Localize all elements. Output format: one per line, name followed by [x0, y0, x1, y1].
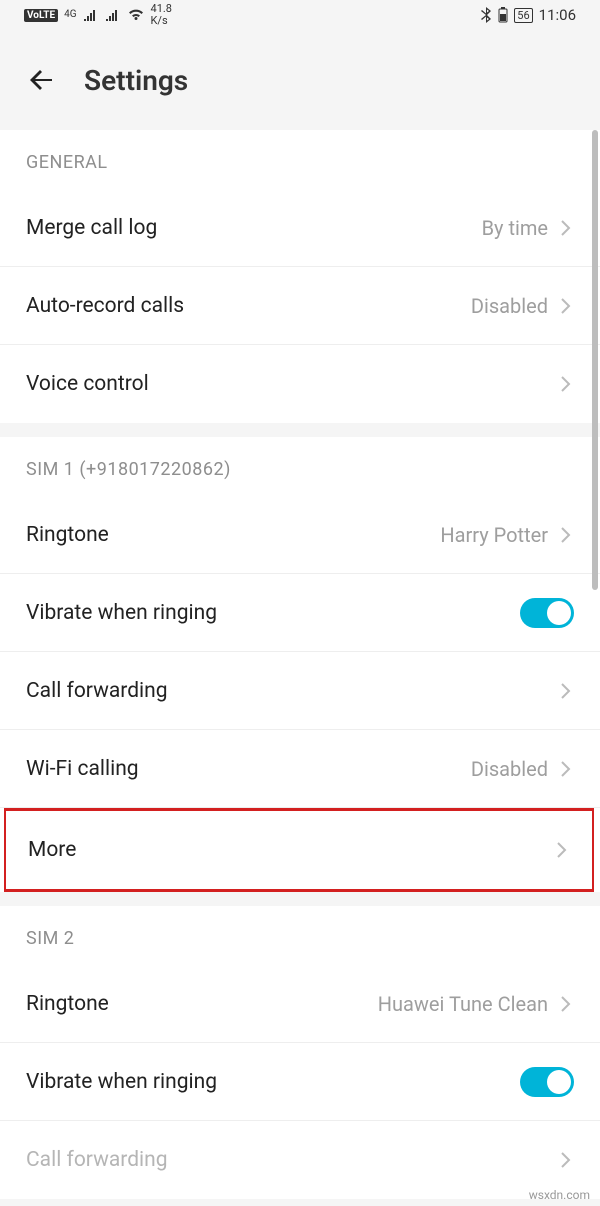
row-label: Voice control [26, 372, 149, 396]
status-left: VoLTE 4G 41.8 K/s [24, 3, 172, 27]
row-label: Vibrate when ringing [26, 1070, 217, 1094]
clock: 11:06 [539, 6, 576, 24]
row-value: Disabled [471, 294, 548, 318]
row-label: Call forwarding [26, 1148, 168, 1172]
signal-icon [83, 9, 99, 21]
row-label: Merge call log [26, 216, 157, 240]
chevron-right-icon [558, 220, 574, 236]
network-gen: 4G [64, 10, 76, 20]
row-label: Auto-record calls [26, 294, 184, 318]
wifi-icon [127, 8, 145, 22]
row-sim1-wifi-calling[interactable]: Wi-Fi calling Disabled [0, 730, 600, 808]
row-auto-record[interactable]: Auto-record calls Disabled [0, 267, 600, 345]
scrollbar[interactable] [590, 130, 598, 1190]
volte-icon: VoLTE [24, 9, 58, 22]
row-merge-call-log[interactable]: Merge call log By time [0, 189, 600, 267]
row-label: Call forwarding [26, 679, 168, 703]
chevron-right-icon [558, 298, 574, 314]
row-sim2-vibrate[interactable]: Vibrate when ringing [0, 1043, 600, 1121]
app-header: Settings [0, 30, 600, 130]
section-header-general: GENERAL [0, 130, 600, 189]
row-sim1-more[interactable]: More [6, 811, 592, 889]
battery-percent: 56 [514, 8, 532, 23]
toggle-vibrate-sim2[interactable] [520, 1067, 574, 1097]
section-sim2: SIM 2 Ringtone Huawei Tune Clean Vibrate… [0, 906, 600, 1199]
chevron-right-icon [558, 527, 574, 543]
settings-list[interactable]: GENERAL Merge call log By time Auto-reco… [0, 130, 600, 1206]
section-header-sim1: SIM 1 (+918017220862) [0, 437, 600, 496]
scrollbar-thumb[interactable] [592, 130, 598, 590]
watermark: wsxdn.com [529, 1188, 590, 1202]
section-header-sim2: SIM 2 [0, 906, 600, 965]
row-sim2-call-forwarding[interactable]: Call forwarding [0, 1121, 600, 1199]
row-label: Vibrate when ringing [26, 601, 217, 625]
chevron-right-icon [558, 996, 574, 1012]
chevron-right-icon [558, 1152, 574, 1168]
row-voice-control[interactable]: Voice control [0, 345, 600, 423]
row-value: Harry Potter [440, 523, 548, 547]
section-general: GENERAL Merge call log By time Auto-reco… [0, 130, 600, 423]
row-label: Ringtone [26, 523, 109, 547]
row-label: More [28, 838, 76, 862]
chevron-right-icon [558, 761, 574, 777]
chevron-right-icon [558, 683, 574, 699]
page-title: Settings [84, 64, 188, 97]
highlight-box: More [4, 808, 594, 892]
status-right: 56 11:06 [480, 6, 576, 24]
signal-icon [105, 9, 121, 21]
status-bar: VoLTE 4G 41.8 K/s 56 11:06 [0, 0, 600, 30]
chevron-right-icon [558, 376, 574, 392]
back-button[interactable] [24, 62, 60, 98]
row-label: Wi-Fi calling [26, 757, 139, 781]
row-sim1-vibrate[interactable]: Vibrate when ringing [0, 574, 600, 652]
bluetooth-icon [480, 7, 492, 23]
row-sim2-ringtone[interactable]: Ringtone Huawei Tune Clean [0, 965, 600, 1043]
row-value: Huawei Tune Clean [378, 992, 548, 1016]
row-value: By time [482, 216, 548, 240]
row-label: Ringtone [26, 992, 109, 1016]
section-sim1: SIM 1 (+918017220862) Ringtone Harry Pot… [0, 437, 600, 892]
row-value: Disabled [471, 757, 548, 781]
row-sim1-call-forwarding[interactable]: Call forwarding [0, 652, 600, 730]
chevron-right-icon [554, 842, 570, 858]
toggle-vibrate-sim1[interactable] [520, 598, 574, 628]
row-sim1-ringtone[interactable]: Ringtone Harry Potter [0, 496, 600, 574]
battery-icon [498, 7, 508, 23]
back-arrow-icon [26, 64, 58, 96]
network-speed: 41.8 K/s [151, 3, 172, 27]
